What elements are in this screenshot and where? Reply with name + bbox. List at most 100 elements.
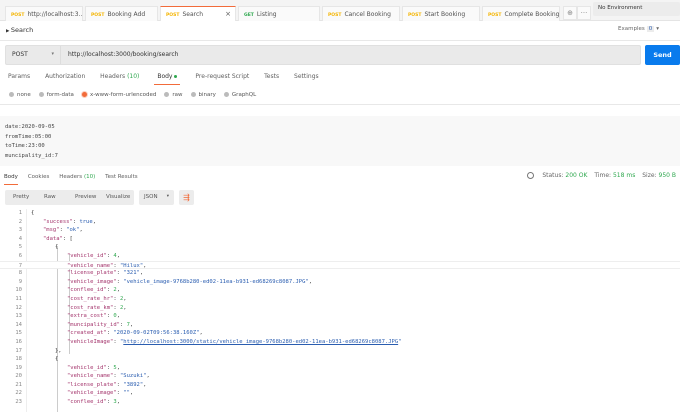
- radio-circle-icon: [38, 92, 44, 97]
- code-content: "license_plate": "321",: [67, 269, 143, 278]
- body-type-radio[interactable]: binary: [190, 92, 216, 98]
- tab-cookies[interactable]: Cookies: [28, 174, 50, 184]
- code-token: "license_plate": [67, 381, 117, 388]
- more-tabs-button[interactable]: ···: [577, 6, 591, 20]
- code-token: ,: [123, 295, 127, 302]
- request-tab[interactable]: POST Start Booking: [402, 6, 480, 21]
- url-link[interactable]: http://localhost:3000/static/vehicle_ima…: [123, 339, 398, 345]
- send-button[interactable]: Send: [645, 45, 680, 65]
- tab-settings[interactable]: Settings: [294, 73, 319, 84]
- code-token: "cost_rate_hr": [67, 295, 114, 302]
- code-content: "cost_rate_km": 2,: [67, 304, 127, 313]
- radio-label: raw: [172, 92, 183, 98]
- chevron-down-icon: ▾: [656, 26, 659, 32]
- code-token: {: [55, 356, 59, 363]
- wrap-lines-button[interactable]: ⇶: [179, 190, 194, 205]
- request-tab[interactable]: GET Listing: [238, 6, 320, 21]
- request-tab[interactable]: POST Cancel Booking: [322, 6, 400, 21]
- method-badge: GET: [244, 13, 254, 18]
- code-token: ,: [139, 270, 144, 277]
- tab-label: Search: [182, 11, 204, 18]
- code-content: "data": [: [43, 235, 73, 244]
- tab-label: Complete Booking: [504, 11, 560, 18]
- view-mode-pretty[interactable]: Pretty: [5, 190, 36, 200]
- code-token: "vehicle_name": [67, 262, 114, 269]
- code-line: 9 "vehicle_image": "vehicle_image-9768b28…: [0, 278, 680, 287]
- url-bar: POST ▾ http://localhost:3000/booking/sear…: [5, 45, 641, 65]
- code-line: 5{: [0, 243, 680, 252]
- body-type-radio[interactable]: raw: [164, 92, 183, 98]
- view-mode-preview[interactable]: Preview: [67, 190, 98, 200]
- code-token: :: [113, 304, 120, 311]
- code-token: "2020-09-02T09:56:38.160Z": [113, 330, 200, 337]
- code-token: "321": [123, 270, 140, 277]
- view-mode-visualize[interactable]: Visualize: [98, 190, 130, 200]
- response-body-viewer[interactable]: 1{2 "success": true, 3 "msg": "ok", 4 "data":…: [0, 209, 680, 407]
- tab-tests[interactable]: Tests: [264, 73, 279, 84]
- code-token: "vehicle_name": [67, 373, 114, 380]
- more-icon: ···: [580, 9, 588, 17]
- tab-body[interactable]: Body: [154, 73, 181, 85]
- tab-response-body[interactable]: Body: [4, 174, 18, 185]
- tab-label: http://localhost:3...: [27, 11, 83, 18]
- code-line: 3 "msg": "ok",: [0, 226, 680, 235]
- examples-dropdown[interactable]: Examples 0 ▾: [618, 26, 659, 32]
- new-tab-button[interactable]: ⊕: [563, 6, 577, 20]
- request-tab[interactable]: POST Search ×: [160, 6, 236, 21]
- tab-test-results[interactable]: Test Results: [105, 174, 137, 184]
- line-number: 11: [15, 295, 22, 302]
- code-line: 16 "vehicleImage": "http://localhost:3000…: [0, 338, 680, 347]
- line-number: 1: [18, 210, 22, 216]
- line-number: 15: [15, 330, 22, 337]
- code-content: "conflee_id": 2,: [67, 286, 120, 295]
- body-type-radio[interactable]: form-data: [38, 92, 74, 98]
- request-tab[interactable]: POST Booking Add: [85, 6, 158, 21]
- environment-select[interactable]: No Environment: [593, 2, 680, 16]
- body-type-radio[interactable]: GraphQL: [223, 92, 256, 98]
- code-line: 1{: [0, 209, 680, 218]
- code-token: ,: [116, 287, 120, 294]
- tab-pre-request-script[interactable]: Pre-request Script: [195, 73, 249, 84]
- radio-circle-icon: [190, 92, 196, 97]
- tab-headers[interactable]: Headers (10): [100, 73, 139, 84]
- status-value: 200 OK: [565, 172, 588, 179]
- tab-authorization[interactable]: Authorization: [45, 73, 85, 84]
- code-token: :: [113, 262, 120, 269]
- radio-circle-icon: [164, 92, 170, 97]
- close-icon[interactable]: ×: [225, 10, 231, 18]
- code-token: ,: [143, 381, 147, 388]
- code-token: "success": [43, 218, 73, 225]
- code-token: "3892": [123, 381, 144, 388]
- code-token: ,: [116, 252, 120, 259]
- request-tabs: Params Authorization Headers (10) Body P…: [8, 73, 332, 87]
- globe-icon[interactable]: [527, 172, 535, 179]
- tab-label: Listing: [256, 11, 277, 18]
- view-mode-segment: Pretty Raw Preview Visualize: [5, 190, 134, 205]
- method-badge: POST: [166, 13, 180, 18]
- body-type-radio[interactable]: x-www-form-urlencoded: [81, 92, 156, 98]
- request-body-editor[interactable]: date:2020-09-05 fromTime:05:00 toTime:23:0…: [0, 116, 680, 166]
- code-token: ,: [308, 278, 313, 285]
- line-number: 16: [15, 338, 22, 345]
- size-value: 950 B: [658, 172, 676, 179]
- request-title[interactable]: ▶ Search: [6, 26, 33, 34]
- code-token: : [: [62, 235, 73, 242]
- code-token: ,: [79, 227, 83, 234]
- request-tab[interactable]: POST Complete Booking: [482, 6, 560, 21]
- method-select[interactable]: POST ▾: [6, 46, 61, 64]
- plus-icon: ⊕: [567, 9, 573, 17]
- code-content: {: [31, 209, 34, 218]
- code-token: :: [113, 295, 120, 302]
- tab-response-headers[interactable]: Headers (10): [59, 174, 95, 184]
- body-line: muncipality_id:7: [5, 152, 58, 159]
- format-select[interactable]: JSON ▾: [139, 190, 174, 205]
- code-line: 20 "vehicle_name": "Suzuki",: [0, 372, 680, 381]
- request-tab[interactable]: POST http://localhost:3...: [5, 6, 83, 21]
- body-line: date:2020-09-05: [5, 124, 55, 130]
- code-token: :: [113, 338, 120, 345]
- url-input[interactable]: http://localhost:3000/booking/search: [68, 51, 178, 58]
- response-headers-count: (10): [83, 174, 96, 180]
- tab-params[interactable]: Params: [8, 73, 30, 84]
- view-mode-raw[interactable]: Raw: [36, 190, 67, 200]
- body-type-radio[interactable]: none: [9, 92, 31, 98]
